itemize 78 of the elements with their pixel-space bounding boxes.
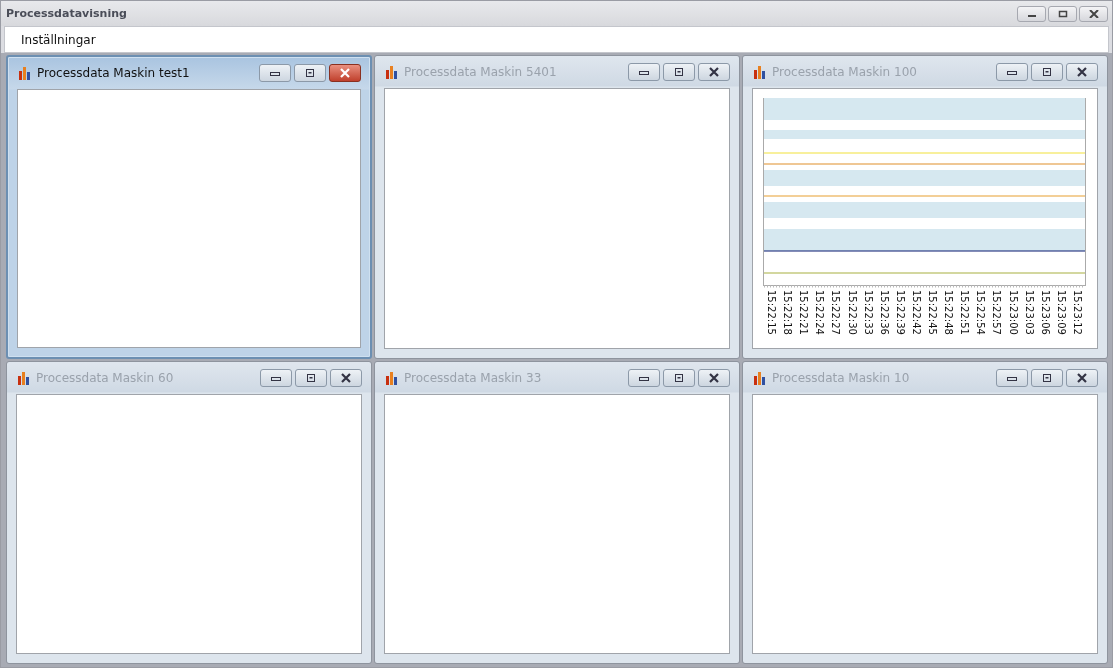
close-button[interactable] [330,368,362,387]
maximize-icon [305,68,315,78]
child-window-title: Processdata Maskin 33 [404,370,543,385]
child-window[interactable]: Processdata Maskin 33 [374,360,740,664]
close-button[interactable] [698,63,730,81]
child-window[interactable]: Processdata Maskin 10 [742,360,1108,664]
maximize-icon [306,372,316,383]
minimize-button[interactable] [996,63,1028,81]
time-label: 15:22:18 [781,289,795,335]
minimize-icon [1006,68,1018,76]
child-window-title: Processdata Maskin 60 [36,370,175,385]
close-button[interactable] [1079,5,1108,22]
maximize-icon [674,372,684,383]
time-label: 15:22:33 [861,289,875,335]
maximize-button[interactable] [1031,368,1063,387]
close-icon [1088,9,1099,18]
time-label: 15:22:36 [877,289,891,335]
minimize-button[interactable] [628,63,660,81]
close-icon [1076,372,1088,383]
time-label: 15:23:00 [1006,289,1020,335]
close-icon [340,372,352,383]
child-window-title: Processdata Maskin test1 [37,66,191,80]
minimize-button[interactable] [260,368,292,387]
maximize-button[interactable] [663,63,695,81]
time-label: 15:22:51 [958,289,972,335]
time-label: 15:23:09 [1054,289,1068,335]
close-icon [1076,67,1088,77]
close-icon [339,68,351,78]
close-button[interactable] [698,368,730,387]
maximize-button[interactable] [1048,5,1077,22]
child-window-title: Processdata Maskin 10 [772,370,911,385]
maximize-icon [1042,67,1052,77]
child-window[interactable]: Processdata Maskin 60 [6,360,372,664]
time-label: 15:23:12 [1070,289,1084,335]
window-title: Processdatavisning [6,7,127,20]
time-label: 15:23:06 [1038,289,1052,335]
time-label: 15:22:24 [813,289,827,335]
minimize-icon [638,68,650,76]
maximize-icon [674,67,684,77]
child-window[interactable]: Processdata Maskin test1 [6,55,372,359]
bar-chart-icon [385,370,399,385]
minimize-button[interactable] [259,64,291,82]
maximize-icon [1057,9,1068,18]
maximize-button[interactable] [294,64,326,82]
minimize-icon [269,69,281,77]
maximize-icon [1042,372,1052,383]
maximize-button[interactable] [295,368,327,387]
bar-chart-icon [753,370,767,385]
time-label: 15:22:15 [765,289,779,335]
time-label: 15:22:21 [797,289,811,335]
time-label: 15:22:54 [974,289,988,335]
close-button[interactable] [329,64,361,82]
bar-chart-icon [753,65,767,79]
maximize-button[interactable] [1031,63,1063,81]
minimize-button[interactable] [996,368,1028,387]
close-icon [708,67,720,77]
close-button[interactable] [1066,63,1098,81]
child-window-title: Processdata Maskin 5401 [404,65,558,79]
child-window[interactable]: Processdata Maskin 5401 [374,55,740,359]
time-label: 15:22:57 [990,289,1004,335]
menu-item[interactable]: Inställningar [19,32,98,47]
bar-chart-icon [18,66,32,80]
time-label: 15:22:42 [909,289,923,335]
child-window-title: Processdata Maskin 100 [772,65,918,79]
time-label: 15:22:30 [845,289,859,335]
time-label: 15:23:03 [1022,289,1036,335]
time-label: 15:22:27 [829,289,843,335]
maximize-button[interactable] [663,368,695,387]
time-label: 15:22:45 [926,289,940,335]
time-label: 15:22:48 [942,289,956,335]
time-label: 15:22:39 [893,289,907,335]
close-button[interactable] [1066,368,1098,387]
close-icon [708,372,720,383]
minimize-button[interactable] [1017,5,1046,22]
child-window[interactable] [742,55,1108,359]
minimize-button[interactable] [628,368,660,387]
bar-chart-icon [385,65,399,79]
bar-chart-icon [17,370,31,385]
